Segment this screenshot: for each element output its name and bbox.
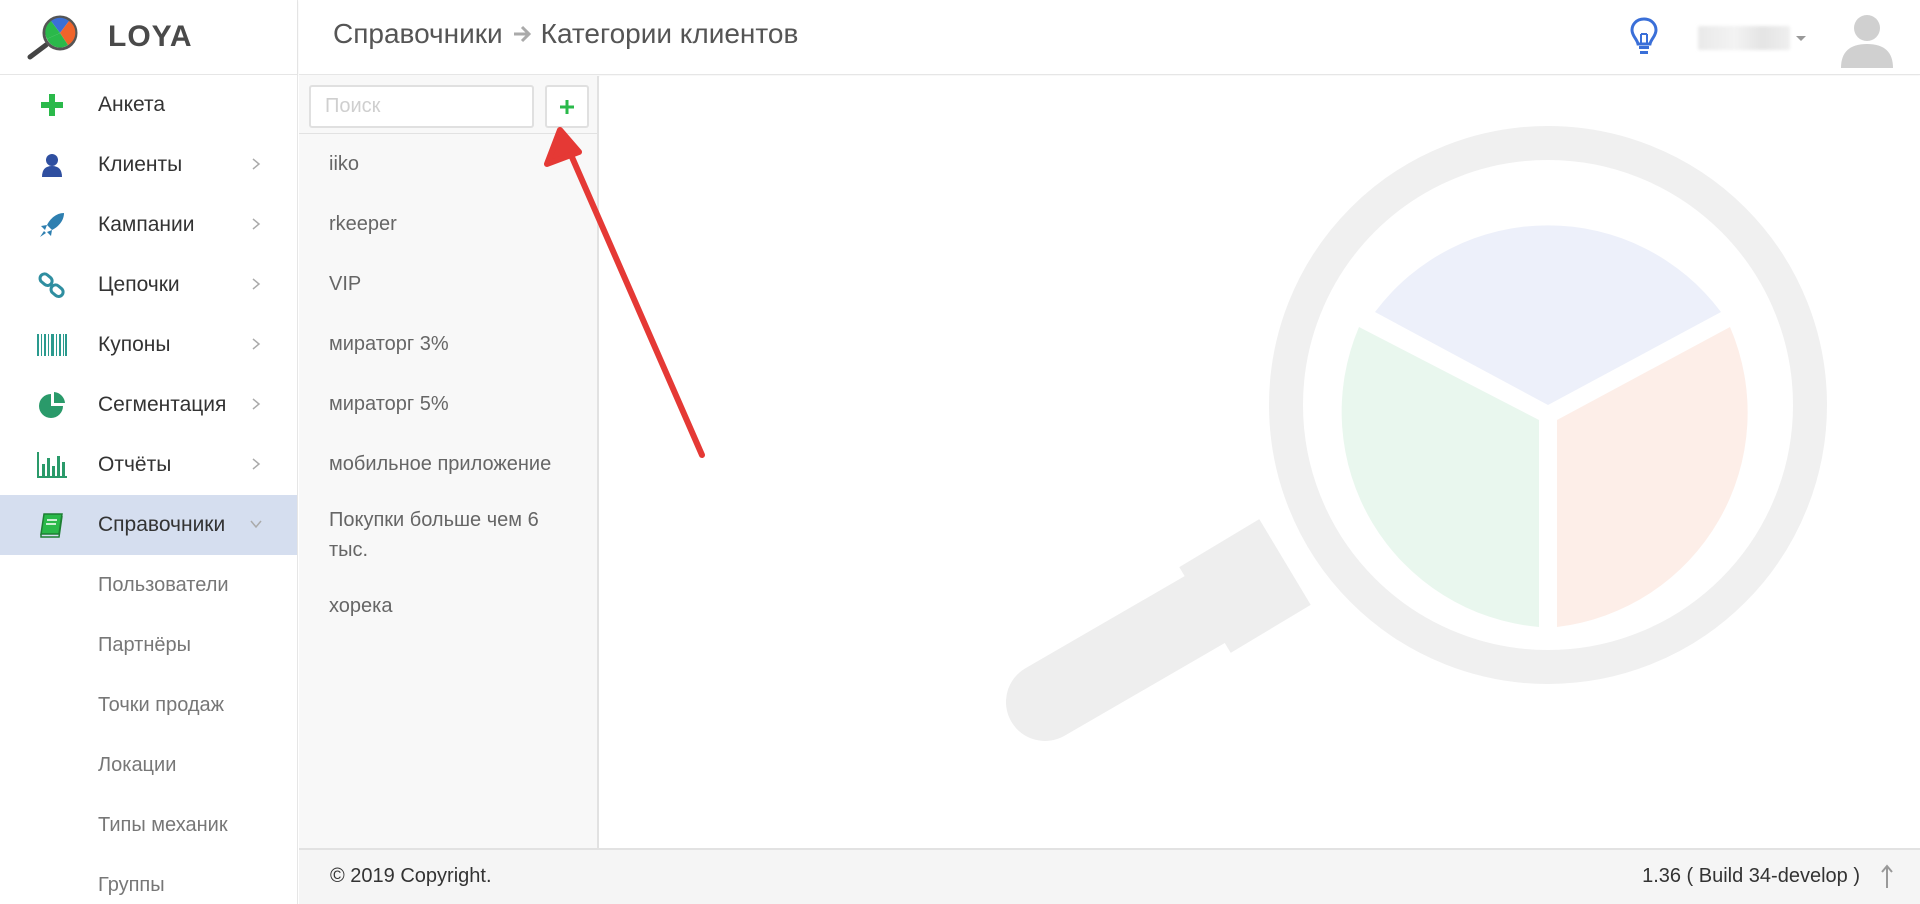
lightbulb-icon[interactable] xyxy=(1628,16,1660,58)
sidebar-subitem-label: Партнёры xyxy=(98,633,192,656)
list-item[interactable]: мираторг 3% xyxy=(299,314,597,374)
top-header: Справочники Категории клиентов xyxy=(299,0,1920,75)
category-list-panel: iiko rkeeper VIP мираторг 3% мираторг 5%… xyxy=(299,76,599,848)
sidebar-item-label: Отчёты xyxy=(98,453,172,476)
arrow-right-icon xyxy=(513,25,531,43)
user-menu[interactable] xyxy=(1698,26,1808,50)
sidebar-subitem-mechanic-types[interactable]: Типы механик xyxy=(0,795,297,855)
breadcrumb-parent-link[interactable]: Справочники xyxy=(333,18,503,50)
list-item[interactable]: iiko xyxy=(299,134,597,194)
sidebar-subitem-label: Локации xyxy=(98,753,177,776)
sidebar-item-anketa[interactable]: Анкета xyxy=(0,75,297,135)
sidebar-item-campaigns[interactable]: Кампании xyxy=(0,195,297,255)
logo-text: LOYA xyxy=(108,20,193,53)
sidebar-item-label: Справочники xyxy=(98,513,226,536)
sidebar-item-segmentation[interactable]: Сегментация xyxy=(0,375,297,435)
empty-state-magnifier-illustration xyxy=(1006,126,1827,741)
chevron-right-icon xyxy=(252,278,261,290)
plus-icon xyxy=(560,99,574,114)
list-item[interactable]: мираторг 5% xyxy=(299,374,597,434)
sidebar-subitem-users[interactable]: Пользователи xyxy=(0,555,297,615)
book-icon xyxy=(36,509,68,541)
footer: © 2019 Copyright. 1.36 ( Build 34-develo… xyxy=(299,848,1920,904)
breadcrumb-current: Категории клиентов xyxy=(540,18,799,49)
sidebar-item-reports[interactable]: Отчёты xyxy=(0,435,297,495)
sidebar-subitem-points-of-sale[interactable]: Точки продаж xyxy=(0,675,297,735)
copyright-text: © 2019 Copyright. xyxy=(330,865,492,887)
breadcrumb: Справочники Категории клиентов xyxy=(333,18,798,50)
pie-chart-icon xyxy=(36,389,68,421)
sidebar-subitem-label: Пользователи xyxy=(98,573,229,596)
list-item[interactable]: мобильное приложение xyxy=(299,434,597,494)
search-row xyxy=(299,76,597,134)
list-item[interactable]: Покупки больше чем 6 тыс. xyxy=(299,494,597,576)
user-name-blurred xyxy=(1698,26,1790,50)
chevron-down-icon xyxy=(250,520,262,529)
chevron-right-icon xyxy=(252,458,261,470)
bar-chart-icon xyxy=(36,449,68,481)
chevron-right-icon xyxy=(252,158,261,170)
chevron-right-icon xyxy=(252,218,261,230)
category-list: iiko rkeeper VIP мираторг 3% мираторг 5%… xyxy=(299,134,597,636)
sidebar-item-label: Кампании xyxy=(98,213,195,236)
plus-icon xyxy=(36,89,68,121)
sidebar-item-label: Купоны xyxy=(98,333,171,356)
sidebar-item-directories[interactable]: Справочники xyxy=(0,495,297,555)
search-input[interactable] xyxy=(309,85,534,128)
sidebar-item-label: Сегментация xyxy=(98,393,227,416)
sidebar-subitem-label: Точки продаж xyxy=(98,693,225,716)
user-icon xyxy=(36,149,68,181)
sidebar-nav: Анкета Клиенты Кампании Цепочки Купоны С… xyxy=(0,75,297,904)
sidebar-subitem-groups[interactable]: Группы xyxy=(0,855,297,904)
sidebar: LOYA Анкета Клиенты Кампании Цепочки Куп… xyxy=(0,0,298,904)
sidebar-item-clients[interactable]: Клиенты xyxy=(0,135,297,195)
caret-down-icon xyxy=(1796,36,1806,41)
sidebar-subitem-partners[interactable]: Партнёры xyxy=(0,615,297,675)
logo[interactable]: LOYA xyxy=(0,0,297,75)
sidebar-item-chains[interactable]: Цепочки xyxy=(0,255,297,315)
rocket-icon xyxy=(36,209,68,241)
main-content xyxy=(600,76,1920,848)
chevron-right-icon xyxy=(252,398,261,410)
list-item[interactable]: rkeeper xyxy=(299,194,597,254)
avatar[interactable] xyxy=(1839,10,1895,68)
logo-magnifier-icon xyxy=(27,15,78,60)
sidebar-item-label: Анкета xyxy=(98,93,166,116)
version-text: 1.36 ( Build 34-develop ) xyxy=(1642,865,1860,887)
barcode-icon xyxy=(36,329,68,361)
list-item[interactable]: хорека xyxy=(299,576,597,636)
add-category-button[interactable] xyxy=(545,85,589,128)
list-item[interactable]: VIP xyxy=(299,254,597,314)
sidebar-subitem-label: Типы механик xyxy=(98,813,228,836)
chain-link-icon xyxy=(36,269,68,301)
sidebar-item-coupons[interactable]: Купоны xyxy=(0,315,297,375)
chevron-right-icon xyxy=(252,338,261,350)
sidebar-item-label: Цепочки xyxy=(98,273,180,296)
scroll-to-top-icon[interactable] xyxy=(1880,864,1894,890)
sidebar-subitem-label: Группы xyxy=(98,873,165,896)
sidebar-subitem-locations[interactable]: Локации xyxy=(0,735,297,795)
sidebar-item-label: Клиенты xyxy=(98,153,183,176)
